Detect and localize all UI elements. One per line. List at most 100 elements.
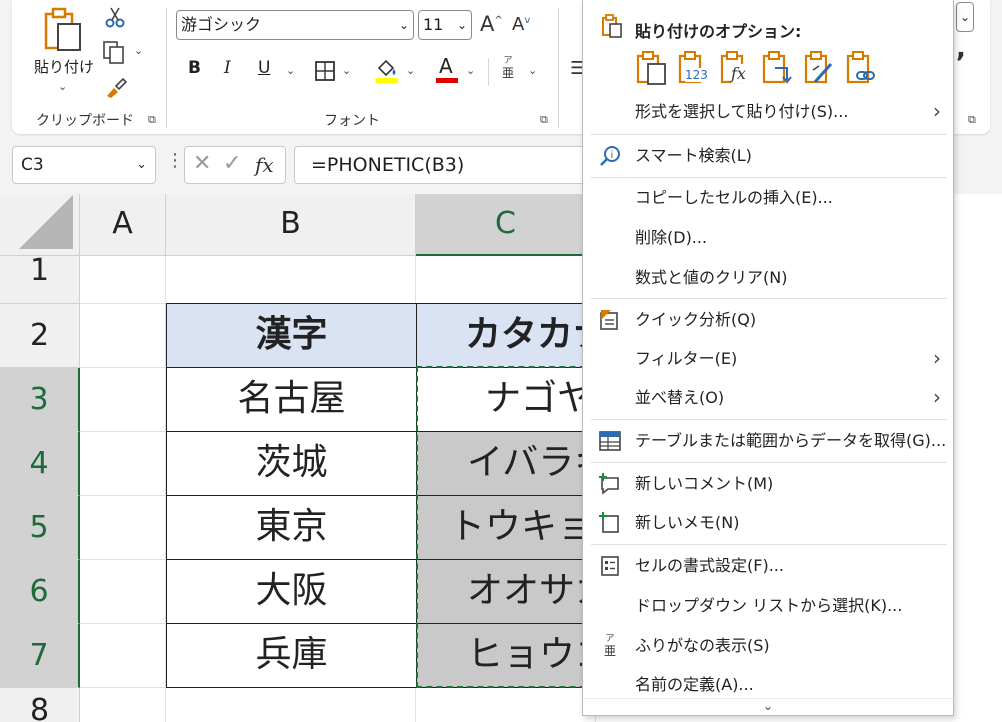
select-all-corner[interactable] — [0, 194, 80, 256]
column-header-b[interactable]: B — [166, 194, 416, 256]
paste-option-formulas[interactable]: fx — [719, 50, 753, 86]
menu-item-paste-special[interactable]: 形式を選択して貼り付け(S)... › — [583, 92, 953, 132]
font-color-button[interactable]: A — [434, 54, 460, 84]
menu-item-new-note[interactable]: 新しいメモ(N) — [583, 503, 953, 543]
menu-item-format-cells[interactable]: セルの書式設定(F)... — [583, 546, 953, 586]
menu-item-label: 削除(D)... — [635, 228, 708, 247]
chevron-down-icon: ⌄ — [58, 80, 68, 93]
font-name-value: 游ゴシック — [181, 15, 262, 34]
phonetic-top-glyph: ア — [503, 56, 513, 66]
cell-a1[interactable] — [80, 256, 166, 304]
menu-item-clear-contents[interactable]: 数式と値のクリア(N) — [583, 258, 953, 298]
menu-item-insert-copied-cells[interactable]: コピーしたセルの挿入(E)... — [583, 178, 953, 218]
comma-style-icon[interactable]: , — [956, 34, 966, 64]
borders-icon[interactable] — [314, 60, 336, 82]
menu-item-smart-lookup[interactable]: i スマート検索(L) — [583, 136, 953, 176]
copy-dropdown-icon[interactable]: ⌄ — [134, 44, 143, 57]
new-note-icon — [599, 512, 619, 533]
menu-item-new-comment[interactable]: 新しいコメント(M) — [583, 464, 953, 504]
fill-color-icon[interactable] — [374, 56, 400, 84]
bold-button[interactable]: B — [188, 58, 201, 78]
table-icon — [599, 431, 621, 451]
clipboard-launcher-icon[interactable]: ⧉ — [148, 114, 160, 126]
table-header-katakana[interactable]: カタカナ — [416, 303, 596, 368]
font-name-select[interactable]: 游ゴシック ⌄ — [176, 10, 414, 40]
menu-item-label: フィルター(E) — [635, 349, 738, 368]
shrink-font-button[interactable]: Av — [512, 14, 530, 35]
table-cell-b4[interactable]: 茨城 — [166, 431, 417, 496]
column-header-c[interactable]: C — [416, 194, 596, 256]
scissors-icon[interactable] — [104, 6, 126, 28]
paste-option-values[interactable]: 123 — [677, 50, 711, 86]
paste-option-link[interactable] — [845, 50, 879, 86]
italic-button[interactable]: I — [224, 58, 231, 78]
row-header-1[interactable]: 1 — [0, 256, 80, 304]
table-cell-b5[interactable]: 東京 — [166, 495, 417, 560]
font-launcher-icon[interactable]: ⧉ — [540, 114, 552, 126]
cell-a7[interactable] — [80, 624, 166, 688]
table-header-kanji[interactable]: 漢字 — [166, 303, 417, 368]
row-header-7[interactable]: 7 — [0, 624, 80, 688]
menu-item-label: 形式を選択して貼り付け(S)... — [635, 102, 849, 121]
paste-button[interactable]: 貼り付け ⌄ — [32, 4, 96, 93]
font-size-select[interactable]: 11 ⌄ — [418, 10, 472, 40]
borders-dropdown-icon[interactable]: ⌄ — [342, 64, 351, 77]
cell-a2[interactable] — [80, 304, 166, 368]
cancel-icon[interactable]: ✕ — [193, 151, 211, 176]
chevron-right-icon: › — [933, 99, 941, 123]
cell-a5[interactable] — [80, 496, 166, 560]
table-cell-b7[interactable]: 兵庫 — [166, 623, 417, 688]
cell-a8[interactable] — [80, 688, 166, 722]
menu-item-pick-from-list[interactable]: ドロップダウン リストから選択(K)... — [583, 586, 953, 626]
more-options-icon[interactable]: ⋮ — [166, 150, 184, 171]
cell-c1[interactable] — [416, 256, 596, 304]
ribbon-dropdown-right[interactable]: ⌄ — [956, 2, 974, 32]
menu-item-filter[interactable]: フィルター(E) › — [583, 339, 953, 379]
menu-item-get-data[interactable]: テーブルまたは範囲からデータを取得(G)... — [583, 421, 953, 461]
menu-separator — [591, 134, 947, 135]
phonetic-icon-top: ア — [605, 634, 615, 644]
paste-option-formatting[interactable] — [803, 50, 837, 86]
row-header-8[interactable]: 8 — [0, 688, 80, 722]
name-box[interactable]: C3 ⌄ — [12, 146, 156, 184]
menu-item-show-phonetic[interactable]: ア 亜 ふりがなの表示(S) — [583, 626, 953, 666]
row-header-2[interactable]: 2 — [0, 304, 80, 368]
row-header-3[interactable]: 3 — [0, 368, 80, 432]
row-header-4[interactable]: 4 — [0, 432, 80, 496]
cell-a3[interactable] — [80, 368, 166, 432]
menu-separator — [591, 462, 947, 463]
insert-function-icon[interactable]: fx — [255, 153, 274, 177]
paste-option-transpose[interactable] — [761, 50, 795, 86]
font-color-dropdown-icon[interactable]: ⌄ — [466, 64, 475, 77]
menu-separator — [591, 544, 947, 545]
phonetic-dropdown-icon[interactable]: ⌄ — [528, 64, 537, 77]
fill-color-dropdown-icon[interactable]: ⌄ — [406, 64, 415, 77]
cell-b8[interactable] — [166, 688, 416, 722]
underline-dropdown-icon[interactable]: ⌄ — [286, 64, 295, 77]
row-header-5[interactable]: 5 — [0, 496, 80, 560]
info-search-icon: i — [600, 146, 620, 166]
menu-item-quick-analysis[interactable]: クイック分析(Q) — [583, 300, 953, 340]
table-cell-b3[interactable]: 名古屋 — [166, 367, 417, 432]
menu-item-sort[interactable]: 並べ替え(O) › — [583, 378, 953, 418]
group-divider — [166, 8, 167, 128]
phonetic-guide-button[interactable]: ア 亜 — [496, 56, 520, 86]
formula-input[interactable]: =PHONETIC(B3) — [294, 146, 594, 184]
cell-b1[interactable] — [166, 256, 416, 304]
paste-option-paste[interactable] — [635, 50, 669, 86]
column-header-a[interactable]: A — [80, 194, 166, 256]
table-cell-b6[interactable]: 大阪 — [166, 559, 417, 624]
menu-item-label: テーブルまたは範囲からデータを取得(G)... — [635, 431, 947, 450]
copy-icon[interactable] — [102, 40, 128, 64]
grow-font-button[interactable]: A^ — [480, 12, 503, 36]
enter-icon[interactable]: ✓ — [223, 151, 241, 176]
row-header-6[interactable]: 6 — [0, 560, 80, 624]
underline-button[interactable]: U — [258, 58, 270, 78]
cell-a6[interactable] — [80, 560, 166, 624]
group-launcher-icon[interactable]: ⧉ — [968, 114, 980, 126]
cell-a4[interactable] — [80, 432, 166, 496]
menu-item-delete[interactable]: 削除(D)... — [583, 218, 953, 258]
brush-icon[interactable] — [104, 76, 128, 100]
menu-scroll-down-icon[interactable]: ⌄ — [583, 698, 953, 715]
cell-c8[interactable] — [416, 688, 596, 722]
